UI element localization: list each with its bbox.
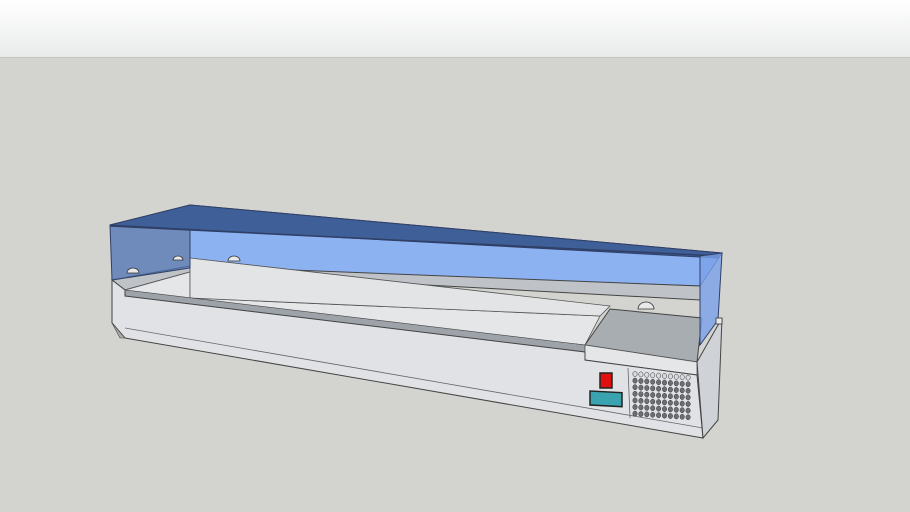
model-viewport[interactable] bbox=[0, 0, 910, 512]
vent-hole bbox=[632, 390, 638, 397]
vent-hole bbox=[644, 378, 650, 385]
vent-hole bbox=[673, 413, 679, 420]
vent-hole bbox=[656, 405, 662, 412]
vent-hole bbox=[650, 405, 656, 412]
vent-hole bbox=[673, 387, 679, 393]
vent-hole bbox=[667, 373, 673, 380]
vent-hole bbox=[632, 397, 638, 404]
vent-hole bbox=[638, 371, 644, 378]
vent-hole bbox=[650, 385, 656, 392]
vent-hole bbox=[662, 412, 667, 419]
vent-hole bbox=[644, 411, 650, 418]
vent-hole bbox=[685, 387, 691, 394]
vent-hole bbox=[685, 394, 691, 401]
vent-hole bbox=[656, 379, 662, 386]
vent-hole bbox=[662, 379, 667, 386]
vent-hole bbox=[632, 404, 638, 410]
vent-hole bbox=[656, 412, 662, 419]
temperature-display bbox=[589, 390, 623, 408]
vent-hole bbox=[638, 391, 644, 398]
vent-hole bbox=[685, 401, 691, 407]
vent-hole bbox=[662, 386, 667, 393]
vent-hole bbox=[650, 372, 656, 379]
vent-hole bbox=[662, 406, 667, 412]
vent-hole bbox=[656, 372, 662, 379]
vent-hole bbox=[662, 399, 667, 406]
vent-hole bbox=[667, 386, 673, 393]
vent-hole bbox=[650, 411, 656, 418]
vent-hole bbox=[644, 385, 650, 391]
vent-hole bbox=[632, 384, 638, 391]
vent-hole bbox=[644, 391, 650, 398]
vent-hole bbox=[644, 398, 650, 405]
vent-hole bbox=[644, 404, 650, 411]
vent-hole bbox=[679, 400, 685, 407]
vent-hole bbox=[679, 374, 685, 381]
vent-hole bbox=[638, 384, 644, 391]
vent-hole bbox=[673, 393, 679, 400]
vent-hole bbox=[638, 404, 644, 411]
vent-hole bbox=[673, 400, 679, 407]
vent-hole bbox=[673, 373, 679, 380]
vent-hole bbox=[662, 392, 667, 399]
vent-hole bbox=[656, 399, 662, 405]
vent-hole bbox=[667, 399, 673, 406]
vent-hole bbox=[650, 398, 656, 405]
vent-hole bbox=[667, 413, 673, 419]
vent-hole bbox=[667, 393, 673, 400]
vent-hole bbox=[650, 378, 656, 385]
vent-hole bbox=[679, 387, 685, 394]
vent-hole bbox=[679, 380, 685, 387]
vent-hole bbox=[662, 373, 667, 379]
vent-hole bbox=[679, 394, 685, 400]
vent-hole bbox=[685, 414, 691, 421]
vent-hole bbox=[679, 413, 685, 420]
power-switch[interactable] bbox=[599, 372, 613, 389]
vent-hole bbox=[685, 381, 691, 388]
vent-hole bbox=[667, 406, 673, 413]
vent-hole bbox=[632, 410, 638, 417]
vent-hole bbox=[638, 397, 644, 404]
vent-hole bbox=[656, 392, 662, 399]
vent-hole bbox=[638, 378, 644, 384]
vent-hole bbox=[638, 411, 644, 417]
vent-hole bbox=[667, 380, 673, 386]
glass-clip bbox=[637, 301, 655, 310]
vent-hole bbox=[632, 371, 638, 377]
vent-hole bbox=[656, 385, 662, 392]
vent-hole bbox=[673, 380, 679, 387]
vent-hole bbox=[685, 407, 691, 414]
glass-clip bbox=[715, 317, 723, 325]
vent-hole bbox=[685, 374, 691, 381]
vent-hole bbox=[650, 392, 656, 398]
vent-hole bbox=[679, 407, 685, 414]
vent-hole bbox=[673, 406, 679, 413]
vent-hole bbox=[632, 377, 638, 384]
vent-hole bbox=[644, 371, 650, 378]
